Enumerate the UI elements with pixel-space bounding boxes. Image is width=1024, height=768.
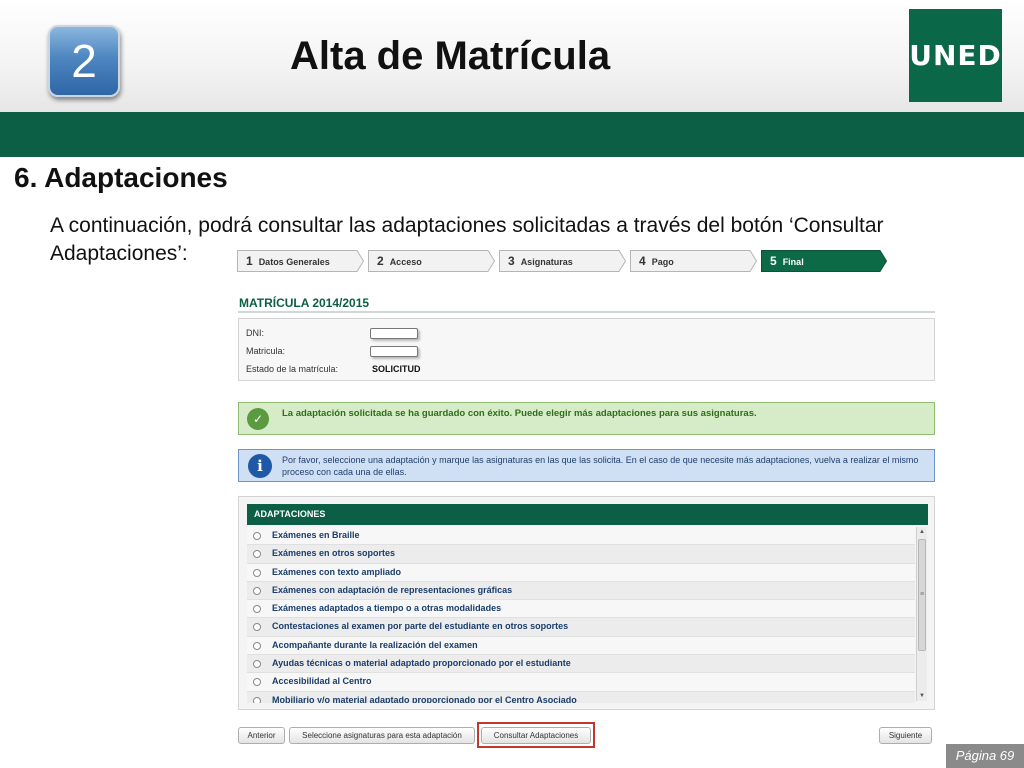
radio-button[interactable] <box>253 550 261 559</box>
scroll-up-arrow-icon[interactable]: ▲ <box>917 527 927 537</box>
anterior-button[interactable]: Anterior <box>238 727 285 744</box>
form-title: MATRÍCULA 2014/2015 <box>239 296 370 310</box>
step-number-badge: 2 <box>48 25 120 97</box>
section-title: 6. Adaptaciones <box>14 162 228 193</box>
wizard-step-datos-generales[interactable]: 1 Datos Generales <box>237 250 364 272</box>
wizard-step-asignaturas[interactable]: 3 Asignaturas <box>499 250 626 272</box>
seleccione-asignaturas-button[interactable]: Seleccione asignaturas para esta adaptac… <box>289 727 475 744</box>
notice-text: Por favor, seleccione una adaptación y m… <box>282 455 919 477</box>
adaptaciones-scrollbar[interactable]: ▲ ≡ ▼ <box>916 527 927 701</box>
radio-button[interactable] <box>253 605 261 614</box>
wizard-step-final[interactable]: 5 Final <box>761 250 887 272</box>
dni-label: DNI: <box>246 328 264 338</box>
radio-button[interactable] <box>253 678 261 687</box>
radio-button[interactable] <box>253 568 261 577</box>
adaptacion-option[interactable]: Exámenes adaptados a tiempo o a otras mo… <box>247 600 915 619</box>
adaptaciones-list[interactable]: Exámenes en Braille Exámenes en otros so… <box>247 527 915 703</box>
adaptacion-option[interactable]: Exámenes en otros soportes <box>247 545 915 564</box>
adaptacion-option[interactable]: Exámenes con texto ampliado <box>247 563 915 582</box>
consultar-highlight-frame <box>477 722 595 748</box>
success-text: La adaptación solicitada se ha guardado … <box>282 408 757 419</box>
adaptacion-option[interactable]: Contestaciones al examen por parte del e… <box>247 618 915 637</box>
estado-value: SOLICITUD <box>372 364 421 374</box>
scroll-down-arrow-icon[interactable]: ▼ <box>917 691 927 701</box>
adaptaciones-header: ADAPTACIONES <box>247 504 928 525</box>
info-notice: i Por favor, seleccione una adaptación y… <box>238 449 935 482</box>
radio-button[interactable] <box>253 532 261 540</box>
radio-button[interactable] <box>253 586 261 595</box>
header-green-band <box>0 112 1024 157</box>
slide-header: 2 Alta de Matrícula UNED <box>0 0 1024 112</box>
student-info-panel: DNI: Matricula: Estado de la matrícula: … <box>238 318 935 381</box>
radio-button[interactable] <box>253 641 261 650</box>
estado-label: Estado de la matrícula: <box>246 364 339 374</box>
adaptacion-option[interactable]: Exámenes con adaptación de representacio… <box>247 581 915 601</box>
success-message: ✓ La adaptación solicitada se ha guardad… <box>238 402 935 435</box>
wizard-steps: 1 Datos Generales 2 Acceso 3 Asignaturas 4P… <box>237 250 887 272</box>
uned-logo: UNED <box>909 9 1002 102</box>
radio-button[interactable] <box>253 660 261 669</box>
radio-button[interactable] <box>253 623 261 632</box>
adaptaciones-panel: ADAPTACIONES Exámenes en Braille Exámene… <box>238 496 935 710</box>
adaptacion-option[interactable]: Ayudas técnicas o material adaptado prop… <box>247 655 915 674</box>
page-number: Página 69 <box>946 744 1024 768</box>
adaptacion-option[interactable]: Acompañante durante la realización del e… <box>247 636 915 656</box>
slide-title: Alta de Matrícula <box>290 34 611 78</box>
dni-field[interactable] <box>370 328 418 339</box>
matricula-label: Matricula: <box>246 346 286 356</box>
adaptacion-option[interactable]: Exámenes en Braille <box>247 527 915 546</box>
matricula-field[interactable] <box>370 346 418 357</box>
wizard-step-acceso[interactable]: 2 Acceso <box>368 250 495 272</box>
scrollbar-thumb[interactable]: ≡ <box>918 539 926 651</box>
siguiente-button[interactable]: Siguiente <box>879 727 932 744</box>
form-title-divider <box>238 311 935 313</box>
radio-button[interactable] <box>253 696 261 703</box>
adaptacion-option[interactable]: Mobiliario y/o material adaptado proporc… <box>247 691 915 703</box>
wizard-step-pago[interactable]: 4 Pago <box>630 250 757 272</box>
info-icon: i <box>248 454 272 478</box>
adaptacion-option[interactable]: Accesibilidad al Centro <box>247 673 915 692</box>
check-icon: ✓ <box>247 408 269 430</box>
